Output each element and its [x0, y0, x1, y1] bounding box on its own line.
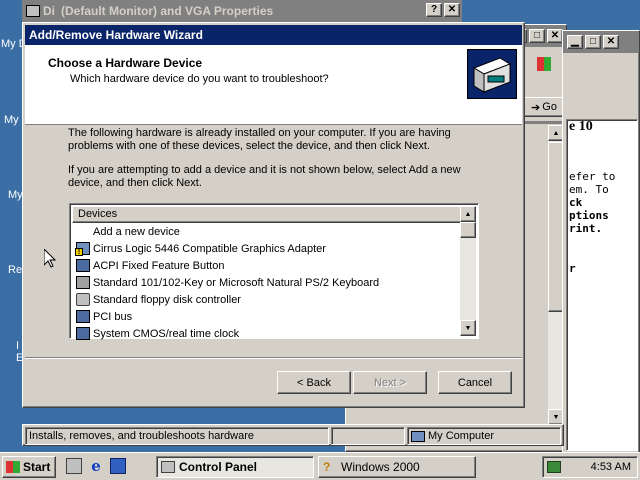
- status-text: Installs, removes, and troubleshoots har…: [25, 427, 329, 445]
- status-location: My Computer: [407, 427, 561, 445]
- device-list-item[interactable]: Add a new device: [72, 223, 462, 240]
- help-line: rint.: [569, 222, 603, 235]
- help-window-titlebar[interactable]: ▁ □ ✕: [563, 31, 639, 53]
- wizard-heading: Choose a Hardware Device: [48, 56, 203, 70]
- help-content: e 10 efer to em. To ck ptions rint. r: [566, 119, 638, 451]
- go-arrow-icon: ➔: [531, 101, 541, 114]
- computer-icon: [76, 310, 90, 323]
- wizard-title: Add/Remove Hardware Wizard: [29, 28, 203, 42]
- display-properties-titlebar[interactable]: Di (Default Monitor) and VGA Properties: [22, 0, 462, 22]
- warning-badge-icon: !: [75, 248, 83, 256]
- close-button[interactable]: ✕: [547, 29, 563, 43]
- status-location-label: My Computer: [428, 430, 495, 442]
- devices-scrollbar[interactable]: ▲ ▼: [460, 206, 476, 336]
- devices-list[interactable]: Devices Add a new device! Cirrus Logic 54…: [69, 203, 479, 342]
- windows-logo-icon: [6, 461, 20, 473]
- computer-icon: [76, 259, 90, 272]
- taskbar-item-windows-2000[interactable]: ? Windows 2000: [318, 456, 476, 478]
- status-bar: Installs, removes, and troubleshoots har…: [22, 424, 564, 446]
- warning-display-icon: !: [75, 242, 90, 256]
- desktop-label-my-network[interactable]: My: [8, 189, 23, 201]
- monitor-icon: [26, 5, 40, 17]
- keyboard-icon: [76, 276, 90, 289]
- blank-icon: [76, 225, 90, 238]
- device-list-item[interactable]: ! Cirrus Logic 5446 Compatible Graphics A…: [72, 240, 462, 257]
- start-button[interactable]: Start: [2, 456, 56, 478]
- minimize-button[interactable]: ▁: [567, 35, 583, 49]
- intro-paragraph: The following hardware is already instal…: [68, 127, 451, 152]
- display-properties-prefix: Di: [43, 4, 55, 18]
- help-question-icon: ?: [323, 460, 331, 474]
- device-label: Standard 101/102-Key or Microsoft Natura…: [93, 276, 380, 289]
- desktop-label-my-computer[interactable]: My: [4, 114, 19, 126]
- control-panel-icon: [161, 461, 175, 473]
- cancel-button[interactable]: Cancel: [438, 371, 512, 394]
- desktop-label-recycle-bin[interactable]: Re: [8, 264, 22, 276]
- scroll-down-button[interactable]: ▼: [460, 320, 476, 336]
- help-line: ck: [569, 196, 583, 209]
- wizard-titlebar[interactable]: Add/Remove Hardware Wizard: [25, 25, 522, 45]
- maximize-button[interactable]: □: [529, 29, 545, 43]
- help-line: ptions: [569, 209, 609, 222]
- go-label: Go: [542, 101, 557, 113]
- hardware-wizard-dialog[interactable]: Add/Remove Hardware Wizard Choose a Hard…: [22, 22, 525, 408]
- computer-icon: [76, 327, 90, 340]
- quick-launch: e: [66, 458, 126, 474]
- device-label: Standard floppy disk controller: [93, 293, 241, 306]
- help-button[interactable]: ?: [426, 3, 442, 17]
- devices-column-header[interactable]: Devices: [72, 206, 462, 223]
- device-list-item[interactable]: ACPI Fixed Feature Button: [72, 257, 462, 274]
- outlook-express-icon[interactable]: [110, 458, 126, 474]
- clock[interactable]: 4:53 AM: [591, 461, 631, 473]
- windows-flag-icon: [537, 57, 551, 71]
- desktop-label-internet[interactable]: I: [16, 340, 19, 352]
- computer-icon: [411, 430, 425, 442]
- taskbar-item-control-panel[interactable]: Control Panel: [156, 456, 314, 478]
- start-label: Start: [23, 460, 51, 474]
- taskbar-item-label: Control Panel: [179, 460, 258, 474]
- close-button[interactable]: ✕: [444, 3, 460, 17]
- display-properties-title: (Default Monitor) and VGA Properties: [61, 4, 274, 18]
- network-icon[interactable]: [547, 461, 561, 473]
- system-tray: 4:53 AM: [542, 456, 638, 478]
- floppy-icon: [76, 293, 90, 306]
- device-label: Add a new device: [93, 225, 180, 238]
- next-button[interactable]: Next >: [353, 371, 427, 394]
- control-panel-toolbar: [526, 49, 562, 79]
- go-button[interactable]: ➔ Go: [524, 97, 564, 117]
- devices-items: Add a new device! Cirrus Logic 5446 Compa…: [72, 223, 462, 342]
- device-label: PCI bus: [93, 310, 133, 323]
- device-label: System CMOS/real time clock: [93, 327, 240, 340]
- hardware-wizard-icon: [467, 49, 517, 99]
- internet-explorer-icon[interactable]: e: [88, 458, 104, 474]
- wizard-header: Choose a Hardware Device Which hardware …: [25, 45, 522, 125]
- taskbar-item-label: Windows 2000: [341, 460, 420, 474]
- scroll-up-button[interactable]: ▲: [460, 206, 476, 222]
- back-button[interactable]: < Back: [277, 371, 351, 394]
- device-list-item[interactable]: Standard 101/102-Key or Microsoft Natura…: [72, 274, 462, 291]
- maximize-button[interactable]: □: [585, 35, 601, 49]
- add-device-paragraph: If you are attempting to add a device an…: [68, 164, 461, 189]
- help-line: e 10: [569, 119, 593, 134]
- help-line: efer to: [569, 170, 616, 183]
- status-pane-empty: [331, 427, 405, 445]
- show-desktop-icon[interactable]: [66, 458, 82, 474]
- device-list-item[interactable]: System CMOS/real time clock: [72, 325, 462, 342]
- close-button[interactable]: ✕: [603, 35, 619, 49]
- wizard-subheading: Which hardware device do you want to tro…: [70, 73, 329, 85]
- device-list-item[interactable]: PCI bus: [72, 308, 462, 325]
- device-list-item[interactable]: Standard floppy disk controller: [72, 291, 462, 308]
- taskbar: Start e Control Panel ? Windows 2000 4:5…: [0, 452, 640, 480]
- mouse-pointer-icon: [43, 247, 57, 271]
- scroll-thumb[interactable]: [460, 222, 476, 238]
- device-label: Cirrus Logic 5446 Compatible Graphics Ad…: [93, 242, 326, 255]
- device-label: ACPI Fixed Feature Button: [93, 259, 225, 272]
- help-line: em. To: [569, 183, 609, 196]
- help-window[interactable]: ▁ □ ✕ e 10 efer to em. To ck ptions rint…: [562, 30, 640, 454]
- help-line: r: [569, 262, 576, 275]
- wizard-divider: [25, 357, 522, 359]
